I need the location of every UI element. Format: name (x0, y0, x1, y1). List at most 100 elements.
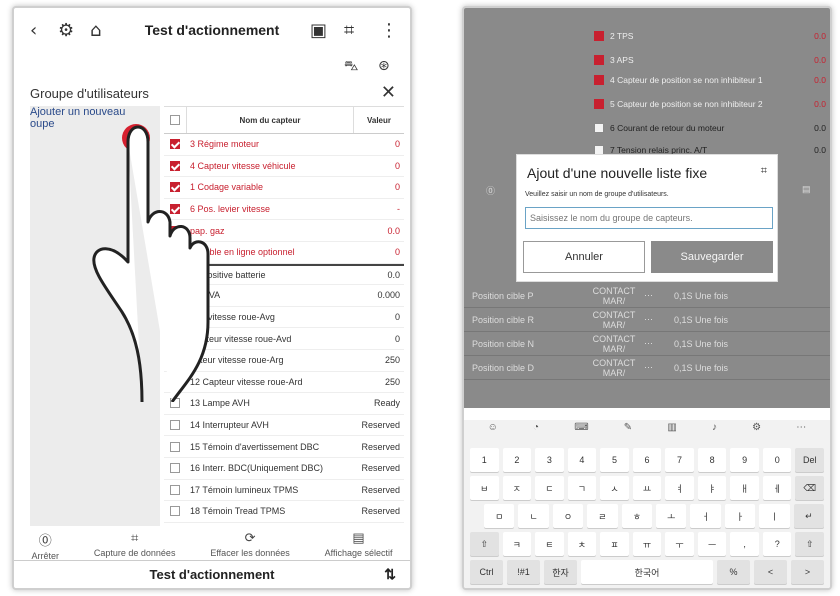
vci-icon[interactable]: ▣ (310, 20, 327, 41)
background-row: 6 Courant de retour du moteur 0.0 (594, 120, 830, 136)
tool-refresh[interactable]: ⟳ Effacer les données (210, 530, 289, 562)
key[interactable]: ㄷ (535, 476, 564, 500)
tool-label: Affichage sélectif (324, 548, 393, 558)
row-checkbox (594, 31, 604, 41)
emoji-icon[interactable]: ☺ (488, 422, 498, 442)
key[interactable]: Ctrl (470, 560, 503, 584)
sort-icon[interactable]: ⇅ (384, 566, 396, 583)
key[interactable]: 0 (762, 448, 792, 472)
key[interactable]: 1 (470, 448, 499, 472)
key[interactable]: ㅌ (535, 532, 564, 556)
key[interactable]: 6 (632, 448, 662, 472)
table-row[interactable]: 18 Témoin Tread TPMS Reserved (164, 501, 404, 523)
key[interactable]: ㅛ (632, 476, 662, 500)
key[interactable]: ㅜ (665, 532, 694, 556)
key[interactable]: ㅕ (665, 476, 694, 500)
key[interactable]: 한국어 (581, 560, 713, 584)
cancel-button[interactable]: Annuler (523, 241, 645, 273)
list-icon: ▤ (802, 184, 811, 194)
screenshot-icon[interactable]: ⌗ (344, 20, 354, 41)
key[interactable]: ? (762, 532, 792, 556)
sticker-icon[interactable]: ◔ (533, 422, 539, 442)
key[interactable]: ㅍ (600, 532, 629, 556)
key[interactable]: ㄴ (518, 504, 549, 528)
gauge-icon[interactable]: ⊛ (378, 58, 390, 74)
key[interactable]: Del (795, 448, 825, 472)
key[interactable]: 8 (697, 448, 727, 472)
key[interactable]: % (717, 560, 750, 584)
key[interactable]: ⇧ (470, 532, 499, 556)
key[interactable]: > (791, 560, 824, 584)
table-row[interactable]: 17 Témoin lumineux TPMS Reserved (164, 480, 404, 502)
mic-icon[interactable]: ♪ (712, 422, 717, 442)
key[interactable]: ㅊ (567, 532, 597, 556)
key[interactable]: ㅑ (697, 476, 727, 500)
table-row[interactable]: 15 Témoin d'avertissement DBC Reserved (164, 436, 404, 458)
sensor-value: 0.000 (377, 290, 400, 301)
row-checkbox (594, 55, 604, 65)
clipboard-icon[interactable]: ▥ (667, 422, 676, 442)
key[interactable]: 2 (502, 448, 532, 472)
row-checkbox[interactable] (170, 506, 180, 517)
key[interactable]: ㄱ (567, 476, 597, 500)
key[interactable]: ㅈ (502, 476, 532, 500)
key[interactable]: 7 (665, 448, 694, 472)
bottom-toolbar: ⓪ Arrêter ⌗ Capture de données ⟳ Effacer les … (14, 530, 410, 562)
key[interactable]: ㅓ (690, 504, 721, 528)
key[interactable]: ㅡ (697, 532, 727, 556)
refresh-icon: ⟳ (244, 530, 256, 545)
key[interactable]: ㅠ (632, 532, 662, 556)
tool-list[interactable]: ▤ Affichage sélectif (325, 530, 393, 562)
sensor-value: Reserved (361, 441, 400, 452)
command: CONTACT MAR/ (592, 309, 636, 330)
sensor-value: 0.0 (387, 225, 400, 236)
key[interactable]: 3 (535, 448, 564, 472)
screenshot-icon[interactable]: ⌗ (761, 165, 767, 178)
key[interactable]: < (754, 560, 787, 584)
car-icon[interactable]: ⛍ (344, 58, 358, 76)
group-name-input[interactable] (525, 207, 773, 229)
key[interactable]: ㅏ (724, 504, 756, 528)
more-icon[interactable]: ⋮ (380, 20, 398, 41)
row-checkbox[interactable] (170, 484, 180, 495)
save-button[interactable]: Sauvegarder (651, 241, 773, 273)
key[interactable]: ㅣ (759, 504, 790, 528)
tool-stop[interactable]: ⓪ Arrêter (31, 530, 59, 562)
key[interactable]: ⇧ (795, 532, 825, 556)
key[interactable]: ㄹ (587, 504, 618, 528)
more-icon[interactable]: ⋯ (796, 422, 806, 442)
key[interactable]: !#1 (507, 560, 540, 584)
table-row[interactable]: 14 Interrupteur AVH Reserved (164, 415, 404, 437)
key[interactable]: 한자 (544, 560, 577, 584)
row-checkbox[interactable] (170, 463, 180, 474)
key[interactable]: , (730, 532, 759, 556)
key[interactable]: 5 (600, 448, 629, 472)
key[interactable]: ↵ (793, 504, 825, 528)
settings-icon[interactable]: ⚙ (752, 422, 761, 442)
key[interactable]: ⌫ (795, 476, 825, 500)
close-icon[interactable]: ✕ (381, 82, 396, 103)
list-item: Position cible D CONTACT MAR/ ⋯ 0,1S Une fo… (464, 356, 830, 380)
background-row: 2 TPS 0.0 (594, 28, 830, 44)
tool-capture[interactable]: ⌗ Capture de données (94, 530, 176, 562)
key[interactable]: ㅗ (656, 504, 687, 528)
handwriting-icon[interactable]: ✎ (624, 422, 632, 442)
key[interactable]: ㅂ (470, 476, 499, 500)
row-checkbox[interactable] (170, 441, 180, 452)
sensor-name: 5 Capteur de position se non inhibiteur … (610, 99, 763, 109)
key[interactable]: 4 (567, 448, 597, 472)
keyboard-icon[interactable]: ⌨ (574, 422, 588, 442)
row-checkbox (594, 123, 604, 133)
table-row[interactable]: 16 Interr. BDC(Uniquement DBC) Reserved (164, 458, 404, 480)
key[interactable]: ㅎ (621, 504, 653, 528)
key[interactable]: ㅇ (552, 504, 584, 528)
row-checkbox[interactable] (170, 420, 180, 431)
duration: 0,1S Une fois (674, 362, 729, 373)
key[interactable]: ㅔ (762, 476, 792, 500)
key[interactable]: ㅋ (502, 532, 532, 556)
key[interactable]: ㅅ (600, 476, 629, 500)
key[interactable]: ㅐ (730, 476, 759, 500)
key[interactable]: 9 (730, 448, 759, 472)
sensor-value: - (397, 204, 400, 215)
key[interactable]: ㅁ (484, 504, 515, 528)
